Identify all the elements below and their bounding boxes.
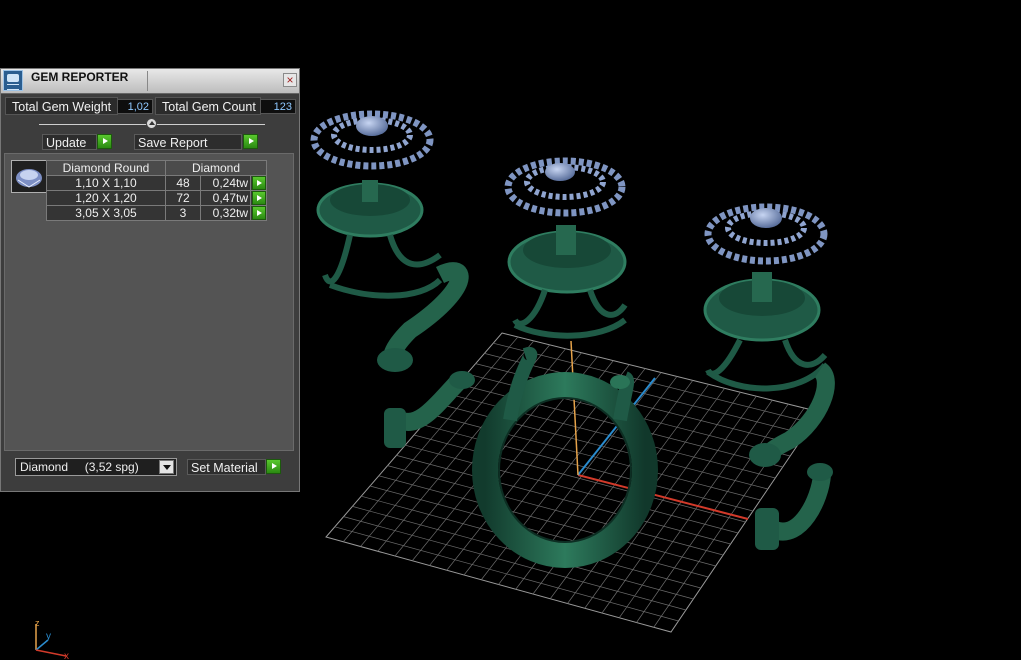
gem-reporter-panel: GEM REPORTER × Total Gem Weight 1,02 Tot… — [0, 68, 300, 492]
ring-shank-center[interactable] — [472, 346, 658, 568]
gem-count: 3 — [165, 205, 201, 221]
set-material-go-icon[interactable] — [266, 459, 281, 474]
update-go-icon[interactable] — [97, 134, 112, 149]
table-row[interactable]: 1,20 X 1,20 72 0,47tw — [46, 190, 267, 206]
gem-weight: 0,47tw — [200, 190, 251, 206]
header-shape: Diamond Round — [46, 160, 166, 176]
set-material-button[interactable]: Set Material — [187, 459, 266, 475]
gem-weight: 0,24tw — [200, 175, 251, 191]
material-select[interactable]: Diamond (3,52 spg) — [15, 458, 177, 476]
table-row[interactable]: 1,10 X 1,10 48 0,24tw — [46, 175, 267, 191]
axis-gizmo: z y x — [35, 618, 69, 660]
title-separator — [147, 71, 148, 91]
close-icon[interactable]: × — [283, 73, 297, 87]
setting-assembly-middle[interactable] — [504, 157, 628, 339]
row-select-go-icon[interactable] — [251, 191, 266, 205]
gizmo-y-label: y — [46, 631, 51, 642]
total-gem-weight-value: 1,02 — [117, 99, 153, 114]
halo-gems-right — [704, 203, 828, 265]
panel-title: GEM REPORTER — [31, 70, 129, 84]
total-gem-weight-label: Total Gem Weight — [5, 97, 118, 115]
gem-size: 1,10 X 1,10 — [46, 175, 166, 191]
panel-titlebar[interactable]: GEM REPORTER × — [1, 69, 299, 94]
setting-assembly-right[interactable] — [703, 203, 835, 550]
save-report-go-icon[interactable] — [243, 134, 258, 149]
gizmo-z-label: z — [35, 618, 40, 628]
halo-gems-left — [310, 110, 434, 170]
gem-table: Diamond Round Diamond 1,10 X 1,10 48 0,2… — [46, 160, 267, 221]
row-select-go-icon[interactable] — [251, 176, 266, 190]
setting-assembly-left[interactable] — [310, 110, 475, 448]
gem-size: 3,05 X 3,05 — [46, 205, 166, 221]
collapse-toggle-icon[interactable] — [146, 118, 157, 129]
gizmo-x-label: x — [64, 651, 69, 660]
diamond-round-thumbnail-icon[interactable] — [11, 160, 47, 193]
header-material: Diamond — [165, 160, 267, 176]
gem-count: 72 — [165, 190, 201, 206]
total-gem-count-label: Total Gem Count — [155, 97, 261, 115]
row-select-go-icon[interactable] — [251, 206, 266, 220]
table-row[interactable]: 3,05 X 3,05 3 0,32tw — [46, 205, 267, 221]
gem-weight: 0,32tw — [200, 205, 251, 221]
update-button[interactable]: Update — [42, 134, 97, 150]
chevron-down-icon[interactable] — [159, 460, 174, 474]
gem-reporter-app-icon — [3, 70, 23, 91]
gem-count: 48 — [165, 175, 201, 191]
halo-gems-middle — [504, 157, 626, 217]
gem-table-header: Diamond Round Diamond — [46, 160, 267, 176]
gem-size: 1,20 X 1,20 — [46, 190, 166, 206]
total-gem-count-value: 123 — [260, 99, 296, 114]
save-report-button[interactable]: Save Report — [134, 134, 242, 150]
